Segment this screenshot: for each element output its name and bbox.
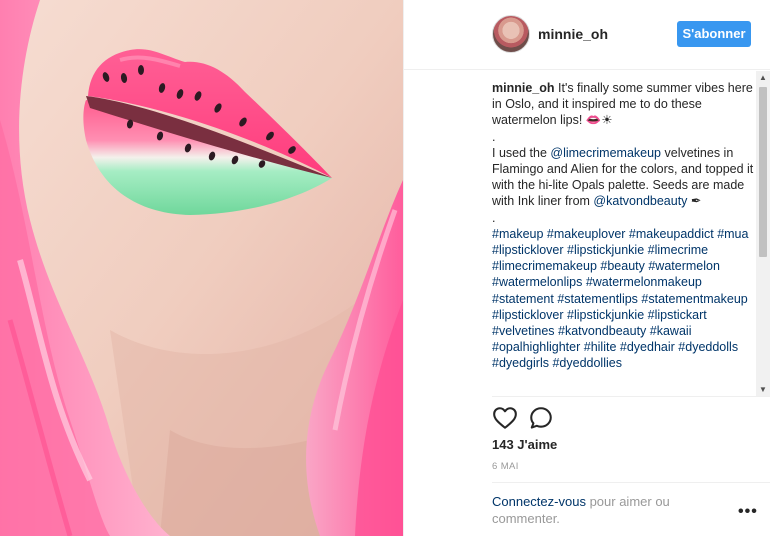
caption-scroll-area[interactable]: minnie_oh It's finally some summer vibes… [492, 71, 770, 397]
hashtag-link[interactable]: #dyedhair [620, 340, 675, 354]
hashtag-link[interactable]: #kawaii [650, 324, 692, 338]
mention-katvondbeauty[interactable]: @katvondbeauty [593, 194, 687, 208]
heart-icon[interactable] [492, 405, 518, 431]
hashtag-link[interactable]: #lipsticklover [492, 308, 564, 322]
scroll-up-arrow-icon[interactable]: ▲ [756, 71, 770, 85]
hashtag-link[interactable]: #hilite [584, 340, 617, 354]
hashtag-link[interactable]: #velvetines [492, 324, 555, 338]
post-details-panel: minnie_oh S'abonner minnie_oh It's final… [403, 0, 770, 536]
caption-text-2a: I used the [492, 145, 551, 160]
hashtag-list: #makeup #makeuplover #makeupaddict #mua … [492, 226, 754, 372]
mention-limecrimemakeup[interactable]: @limecrimemakeup [550, 146, 661, 160]
hashtag-link[interactable]: #statement [492, 292, 554, 306]
hashtag-link[interactable]: #makeup [492, 227, 543, 241]
hashtag-link[interactable]: #dyeddollies [552, 356, 622, 370]
post-footer: Connectez-vous pour aimer ou commenter. … [492, 482, 770, 536]
hashtag-link[interactable]: #lipstickjunkie [567, 308, 644, 322]
login-prompt: Connectez-vous pour aimer ou commenter. [492, 493, 702, 527]
hashtag-link[interactable]: #katvondbeauty [558, 324, 646, 338]
hashtag-link[interactable]: #dyeddolls [678, 340, 738, 354]
caption-dot-2: . [492, 210, 496, 225]
hashtag-link[interactable]: #mua [717, 227, 748, 241]
post-date: 6 MAI [492, 461, 519, 472]
avatar[interactable] [492, 15, 530, 53]
hashtag-link[interactable]: #statementlips [557, 292, 638, 306]
post-photo[interactable] [0, 0, 403, 536]
hashtag-link[interactable]: #watermelon [648, 259, 720, 273]
scroll-down-arrow-icon[interactable]: ▼ [756, 383, 770, 396]
hashtag-link[interactable]: #makeupaddict [629, 227, 714, 241]
hashtag-link[interactable]: #beauty [600, 259, 644, 273]
scroll-thumb[interactable] [759, 87, 767, 257]
login-link[interactable]: Connectez-vous [492, 494, 586, 509]
hashtag-link[interactable]: #dyedgirls [492, 356, 549, 370]
post-caption: minnie_oh It's finally some summer vibes… [492, 80, 754, 372]
hashtag-link[interactable]: #statementmakeup [641, 292, 747, 306]
hashtag-link[interactable]: #limecrimemakeup [492, 259, 597, 273]
hashtag-link[interactable]: #makeuplover [547, 227, 626, 241]
hashtag-link[interactable]: #watermelonlips [492, 275, 582, 289]
hashtag-link[interactable]: #opalhighlighter [492, 340, 580, 354]
caption-dot-1: . [492, 129, 496, 144]
hashtag-link[interactable]: #lipstickjunkie [567, 243, 644, 257]
username-link[interactable]: minnie_oh [538, 26, 608, 42]
caption-author[interactable]: minnie_oh [492, 81, 555, 95]
comment-icon[interactable] [528, 405, 554, 431]
hashtag-link[interactable]: #lipstickart [648, 308, 707, 322]
follow-button[interactable]: S'abonner [677, 21, 751, 47]
hashtag-link[interactable]: #watermelonmakeup [586, 275, 702, 289]
hashtag-link[interactable]: #lipsticklover [492, 243, 564, 257]
watermelon-lips-image [0, 0, 403, 536]
hashtag-link[interactable]: #limecrime [648, 243, 708, 257]
caption-scrollbar[interactable]: ▲ ▼ [756, 71, 770, 396]
more-options-button[interactable]: ••• [738, 504, 758, 520]
caption-text-2c: ✒ [687, 194, 702, 209]
like-count[interactable]: 143 J'aime [492, 437, 557, 452]
post-header: minnie_oh S'abonner [404, 0, 770, 70]
